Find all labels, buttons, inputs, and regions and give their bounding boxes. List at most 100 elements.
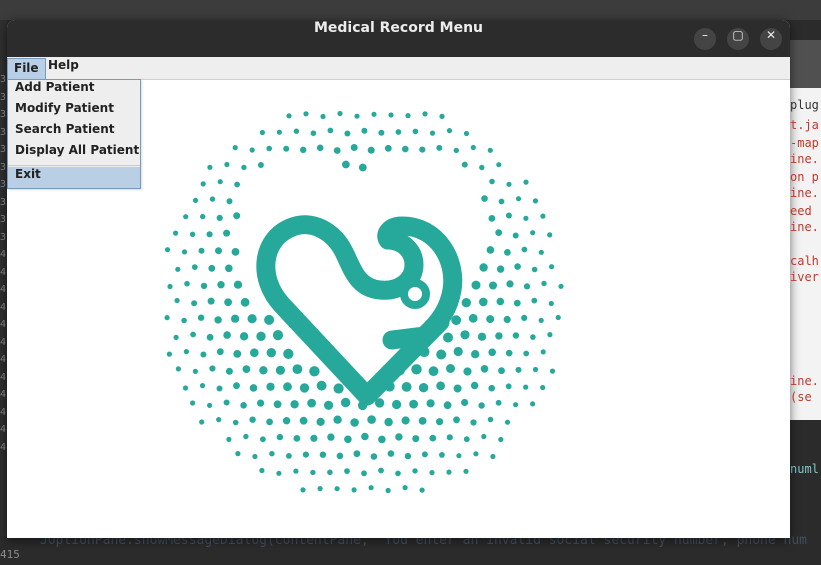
logo-dot (384, 144, 392, 152)
ide-line-number: 3 (0, 231, 7, 243)
logo-dot (249, 147, 255, 153)
logo-dot (498, 367, 505, 375)
logo-dot (283, 382, 292, 392)
logo-dot (446, 469, 452, 475)
logo-dot (532, 198, 539, 204)
ide-console-lower (790, 430, 821, 536)
logo-dot (327, 433, 335, 441)
logo-dot (166, 351, 172, 357)
logo-dot (513, 299, 521, 307)
menu-bar: File Help (7, 57, 790, 80)
logo-dot (531, 266, 538, 273)
logo-dot (505, 212, 512, 219)
logo-dot (468, 313, 478, 323)
logo-dot (401, 382, 412, 392)
logo-dot (523, 384, 529, 390)
logo-dot (276, 129, 282, 135)
logo-dot (439, 452, 445, 458)
ide-line-number: 3 (0, 109, 7, 120)
logo-dot (189, 231, 196, 237)
logo-dot (471, 350, 480, 359)
ide-line-number: 3 (0, 91, 7, 103)
logo-dot (354, 113, 360, 119)
logo-dot (273, 400, 282, 409)
ide-console-line: calh (790, 254, 819, 268)
logo-dot (538, 317, 544, 323)
logo-dot (361, 432, 369, 441)
logo-dot (209, 196, 216, 202)
logo-dot (523, 215, 529, 221)
logo-dot (225, 264, 233, 273)
menu-help[interactable]: Help (42, 58, 85, 78)
menu-file[interactable]: File (7, 58, 46, 80)
logo-dot (463, 436, 470, 443)
logo-dot (426, 399, 435, 408)
menu-item-search-patient[interactable]: Search Patient (8, 122, 140, 143)
minimize-button[interactable]: – (694, 28, 716, 50)
ide-line-number: 4 (0, 249, 7, 260)
logo-dot (378, 467, 384, 474)
logo-dot (307, 398, 316, 408)
ide-line-number: 3 (0, 214, 7, 225)
logo-dot (521, 246, 528, 253)
logo-dot (216, 348, 224, 356)
logo-dot (387, 450, 395, 457)
logo-dot (541, 280, 547, 287)
logo-dot (453, 416, 460, 424)
logo-dot (310, 434, 318, 442)
ide-line-number: 4 (0, 319, 7, 330)
menu-item-exit[interactable]: Exit (8, 167, 140, 188)
logo-dot (300, 146, 307, 153)
logo-dot (392, 399, 402, 410)
logo-dot (310, 469, 316, 476)
ide-console-line: plug (790, 98, 819, 112)
logo-dot (478, 402, 485, 409)
logo-dot (470, 144, 476, 151)
logo-dot (514, 263, 521, 270)
logo-dot (317, 486, 323, 492)
maximize-button[interactable]: ▢ (727, 28, 749, 50)
logo-dot (402, 485, 408, 491)
window-title: Medical Record Menu (313, 20, 484, 36)
logo-dot (512, 332, 520, 339)
logo-dot (240, 402, 247, 409)
logo-dot (487, 147, 493, 153)
logo-dot (216, 385, 223, 392)
logo-dot (489, 281, 497, 290)
logo-dot (436, 381, 445, 391)
close-button[interactable]: ✕ (760, 28, 782, 50)
logo-dot (337, 110, 343, 117)
logo-dot (224, 161, 230, 168)
heart-stethoscope-icon (164, 110, 564, 494)
logo-dot (367, 415, 376, 424)
menu-item-display-all-patient[interactable]: Display All Patient (8, 143, 140, 164)
logo-dot (436, 144, 443, 151)
logo-dot (479, 164, 485, 171)
logo-dot (233, 350, 242, 358)
logo-dot (215, 247, 222, 255)
menu-item-add-patient[interactable]: Add Patient (8, 80, 140, 101)
logo-dot (233, 280, 243, 289)
logo-dot (530, 401, 536, 407)
logo-dot (344, 468, 350, 474)
logo-dot (214, 316, 222, 324)
logo-dot (174, 297, 180, 304)
logo-dot (480, 365, 489, 373)
logo-dot (293, 468, 299, 474)
ide-console-text: numl (790, 462, 819, 476)
logo-dot (481, 195, 488, 202)
logo-dot (173, 334, 179, 340)
logo-dot (443, 401, 452, 410)
logo-dot (197, 314, 205, 321)
logo-dot (286, 453, 292, 459)
logo-dot (183, 349, 189, 355)
logo-dot (249, 384, 258, 392)
logo-dot (412, 435, 420, 443)
logo-dot (309, 366, 320, 377)
menu-item-modify-patient[interactable]: Modify Patient (8, 101, 140, 122)
logo-dot (358, 163, 367, 172)
logo-dot (540, 213, 546, 219)
logo-dot (486, 246, 495, 254)
logo-dot (418, 417, 427, 425)
title-bar[interactable]: Medical Record Menu – ▢ ✕ (7, 20, 790, 57)
